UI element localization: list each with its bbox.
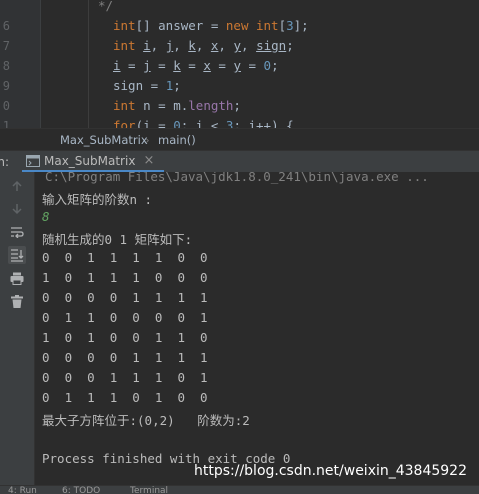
line-number-gutter: 6 7 8 9 0 1 bbox=[0, 0, 40, 128]
line-number: 9 bbox=[2, 79, 10, 93]
matrix-row: 0 0 0 1 1 1 0 1 bbox=[42, 370, 208, 385]
run-config-icon bbox=[26, 154, 40, 167]
scroll-to-end-icon[interactable] bbox=[8, 246, 26, 264]
run-toolbar bbox=[0, 172, 35, 485]
code-line[interactable]: int[] answer = new int[3]; bbox=[113, 16, 309, 36]
code-editor[interactable]: 6 7 8 9 0 1 */ int[] answer = new int[3]… bbox=[0, 0, 479, 128]
down-icon[interactable] bbox=[8, 200, 26, 218]
code-line[interactable]: for(i = 0; i < 3; i++) { bbox=[113, 116, 294, 128]
run-tab-label: Max_SubMatrix bbox=[44, 153, 136, 168]
code-line[interactable]: i = j = k = x = y = 0; bbox=[113, 56, 279, 76]
matrix-row: 0 0 0 0 1 1 1 1 bbox=[42, 350, 208, 365]
breadcrumb-separator: › bbox=[145, 133, 150, 147]
run-tool-window-header: Run: Max_SubMatrix × bbox=[0, 150, 479, 174]
indent-guide bbox=[88, 0, 89, 128]
watermark-url: https://blog.csdn.net/weixin_43845922 bbox=[193, 463, 467, 479]
matrix-row: 1 0 1 0 0 1 1 0 bbox=[42, 330, 208, 345]
rerun-up-icon[interactable] bbox=[8, 177, 26, 195]
matrix-row: 0 1 1 1 0 1 0 0 bbox=[42, 390, 208, 405]
console-user-input: 8 bbox=[42, 209, 50, 224]
close-icon[interactable]: × bbox=[143, 153, 154, 168]
code-line[interactable]: int i, j, k, x, y, sign; bbox=[113, 36, 294, 56]
comment-end: */ bbox=[98, 0, 114, 13]
matrix-row: 0 0 0 0 1 1 1 1 bbox=[42, 290, 208, 305]
line-number: 1 bbox=[2, 119, 10, 128]
matrix-row: 1 0 1 1 1 0 0 0 bbox=[42, 270, 208, 285]
console-output[interactable]: C:\Program Files\Java\jdk1.8.0_241\bin\j… bbox=[35, 172, 479, 485]
line-number: 7 bbox=[2, 39, 10, 53]
code-line[interactable]: sign = 1; bbox=[113, 76, 181, 96]
matrix-row: 0 0 1 1 1 1 0 0 bbox=[42, 250, 208, 265]
trash-icon[interactable] bbox=[8, 292, 26, 310]
line-number: 6 bbox=[2, 19, 10, 33]
console-command-line: C:\Program Files\Java\jdk1.8.0_241\bin\j… bbox=[45, 172, 429, 184]
code-line[interactable]: int n = m.length; bbox=[113, 96, 241, 116]
gutter-divider bbox=[40, 0, 41, 128]
run-tab[interactable]: Max_SubMatrix × bbox=[22, 151, 165, 173]
console-prompt: 输入矩阵的阶数n : bbox=[42, 192, 153, 207]
console-result: 最大子方阵位于:(0,2) 阶数为:2 bbox=[42, 413, 250, 428]
line-number: 0 bbox=[2, 99, 10, 113]
matrix-row: 0 1 1 0 0 0 0 1 bbox=[42, 310, 208, 325]
breadcrumb-method[interactable]: main() bbox=[158, 133, 196, 147]
run-label: Run: bbox=[0, 155, 10, 169]
breadcrumb-class[interactable]: Max_SubMatrix bbox=[60, 133, 148, 147]
console-matrix-title: 随机生成的0 1 矩阵如下: bbox=[42, 232, 193, 247]
line-number: 8 bbox=[2, 59, 10, 73]
soft-wrap-icon[interactable] bbox=[8, 223, 26, 241]
breadcrumb: Max_SubMatrix › main() bbox=[0, 128, 479, 151]
print-icon[interactable] bbox=[8, 269, 26, 287]
